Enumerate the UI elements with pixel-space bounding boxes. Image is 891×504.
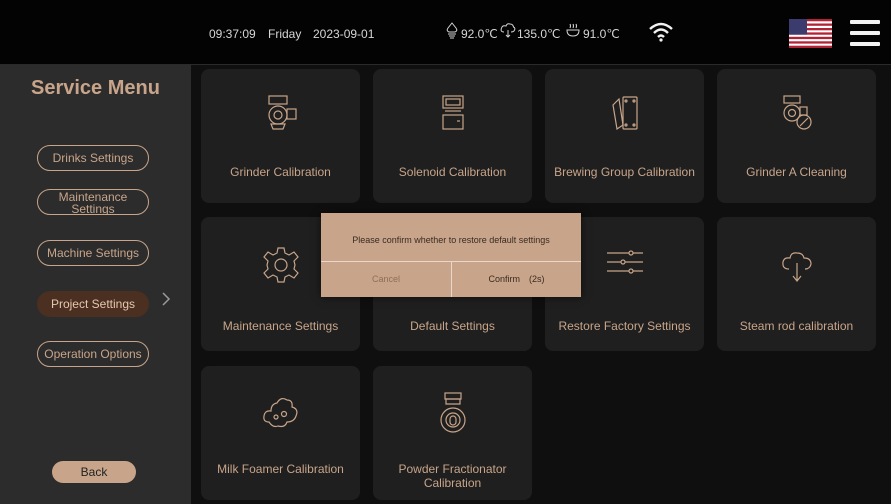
- sidebar: Service Menu Drinks Settings Maintenance…: [0, 65, 191, 504]
- tile-label: Default Settings: [410, 319, 495, 333]
- powder-icon: [439, 392, 466, 433]
- tile-milk-foamer-calibration[interactable]: Milk Foamer Calibration: [201, 366, 360, 500]
- tile-label: Brewing Group Calibration: [554, 165, 695, 179]
- back-button[interactable]: Back: [52, 461, 136, 483]
- tile-powder-fractionator-calibration[interactable]: Powder Fractionator Calibration: [373, 366, 532, 500]
- hamburger-menu-icon[interactable]: [850, 18, 880, 48]
- sidebar-item-project-settings[interactable]: Project Settings: [37, 291, 149, 317]
- tile-label: Grinder Calibration: [230, 165, 331, 179]
- tile-label: Grinder A Cleaning: [746, 165, 847, 179]
- date: 2023-09-01: [313, 27, 375, 41]
- sidebar-item-maintenance-settings[interactable]: Maintenance Settings: [37, 189, 149, 215]
- solenoid-icon: [441, 95, 464, 130]
- tile-grinder-calibration[interactable]: Grinder Calibration: [201, 69, 360, 203]
- steam-temp-icon: [500, 23, 516, 38]
- clock-time: 09:37:09: [209, 27, 256, 41]
- tile-label: Milk Foamer Calibration: [217, 462, 344, 476]
- temp-coffee: 91.0℃: [583, 27, 620, 41]
- temp-steam: 135.0℃: [517, 27, 561, 41]
- tile-brewing-group-calibration[interactable]: Brewing Group Calibration: [545, 69, 704, 203]
- sidebar-item-operation-options[interactable]: Operation Options: [37, 341, 149, 367]
- wifi-icon: [649, 22, 673, 42]
- water-boiler-icon: [446, 22, 458, 39]
- confirm-dialog: Please confirm whether to restore defaul…: [321, 213, 581, 297]
- brewing-group-icon: [611, 96, 638, 131]
- sidebar-item-machine-settings[interactable]: Machine Settings: [37, 240, 149, 266]
- us-flag-icon[interactable]: [789, 19, 832, 48]
- tile-label: Powder Fractionator Calibration: [398, 462, 507, 490]
- tile-label: Solenoid Calibration: [398, 165, 507, 179]
- cancel-button[interactable]: Cancel: [321, 261, 451, 297]
- sidebar-item-drinks-settings[interactable]: Drinks Settings: [37, 145, 149, 171]
- coffee-temp-icon: [566, 23, 580, 37]
- tile-steam-rod-calibration[interactable]: Steam rod calibration: [717, 217, 876, 351]
- steam-icon: [781, 252, 812, 282]
- grinder-clean-icon: [782, 95, 812, 130]
- tile-grinder-a-cleaning[interactable]: Grinder A Cleaning: [717, 69, 876, 203]
- sliders-icon: [606, 250, 643, 274]
- weekday: Friday: [268, 27, 302, 41]
- tile-solenoid-calibration[interactable]: Solenoid Calibration: [373, 69, 532, 203]
- confirm-button[interactable]: Confirm (2s): [452, 261, 581, 297]
- milk-foam-icon: [262, 397, 297, 428]
- status-bar: 09:37:09 Friday 2023-09-01 92.0℃ 135.0℃ …: [0, 0, 891, 65]
- temp-boiler: 92.0℃: [461, 27, 498, 41]
- dialog-message: Please confirm whether to restore defaul…: [352, 235, 550, 245]
- tile-label: Restore Factory Settings: [558, 319, 691, 333]
- sidebar-title: Service Menu: [31, 77, 160, 99]
- chevron-right-icon: [162, 292, 171, 306]
- grinder-icon: [267, 95, 297, 130]
- tile-label: Maintenance Settings: [222, 319, 339, 333]
- gear-icon: [262, 247, 299, 283]
- tile-label: Steam rod calibration: [739, 319, 854, 333]
